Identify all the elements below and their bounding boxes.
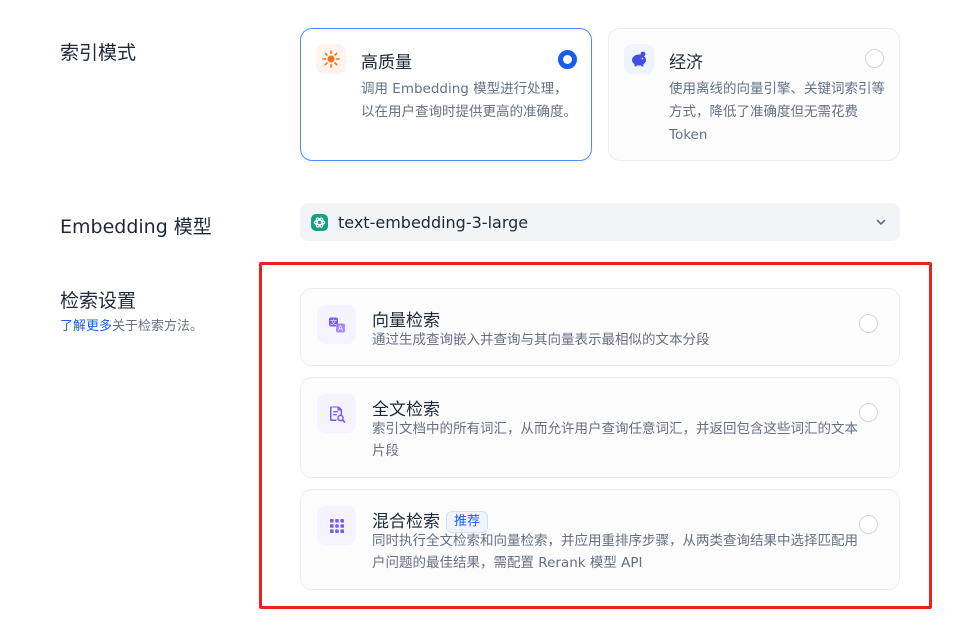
embedding-model-label: Embedding 模型 xyxy=(60,216,212,238)
embedding-model-select[interactable]: text-embedding-3-large xyxy=(300,203,900,241)
retrieval-help-text: 了解更多关于检索方法。 xyxy=(60,315,203,334)
economy-radio[interactable] xyxy=(865,49,884,68)
mode-description: 调用 Embedding 模型进行处理，以在用户查询时提供更高的准确度。 xyxy=(361,81,577,120)
selected-model: text-embedding-3-large xyxy=(338,213,529,232)
mode-title: 经济 xyxy=(669,53,703,73)
index-mode-label: 索引模式 xyxy=(60,42,137,64)
openai-icon xyxy=(311,214,328,231)
help-suffix: 关于检索方法。 xyxy=(112,319,204,334)
retrieval-settings-label: 检索设置 xyxy=(60,290,137,312)
highlight-box xyxy=(259,262,932,609)
sun-icon xyxy=(316,44,346,74)
piggy-bank-icon xyxy=(624,44,654,74)
learn-more-link[interactable]: 了解更多 xyxy=(60,319,112,334)
chevron-down-icon xyxy=(874,214,888,233)
index-mode-high-quality-card[interactable]: 高质量 调用 Embedding 模型进行处理，以在用户查询时提供更高的准确度。 xyxy=(300,28,592,161)
mode-title: 高质量 xyxy=(361,53,412,73)
high-quality-radio[interactable] xyxy=(558,50,577,69)
mode-description: 使用离线的向量引擎、关键词索引等方式，降低了准确度但无需花费 Token xyxy=(669,81,885,143)
index-mode-economy-card[interactable]: 经济 使用离线的向量引擎、关键词索引等方式，降低了准确度但无需花费 Token xyxy=(608,28,900,161)
